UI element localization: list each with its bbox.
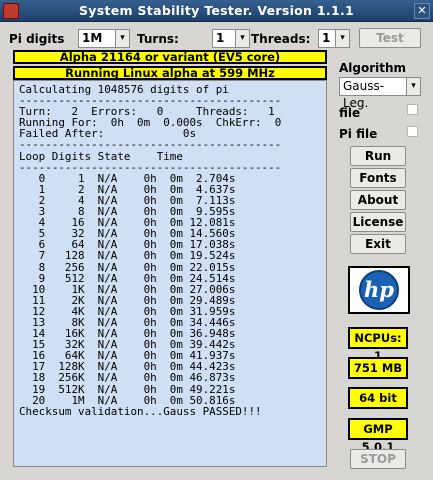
test-button[interactable]: Test [359, 28, 421, 48]
turns-label: Turns: [137, 32, 179, 46]
license-button[interactable]: License [350, 212, 406, 232]
ncpus-badge: NCPUs: 1 [348, 327, 408, 363]
fonts-button[interactable]: Fonts [350, 168, 406, 188]
pi-digits-label: Pi digits [9, 32, 65, 46]
window-title: System Stability Tester. Version 1.1.1 [78, 3, 355, 18]
memory-badge: 751 MB [348, 357, 408, 379]
app-icon[interactable] [3, 3, 19, 19]
threads-select[interactable]: 1 ▾ [318, 29, 350, 48]
cpu-banner: Alpha 21164 or variant (EV5 core) [13, 50, 327, 64]
chevron-down-icon[interactable]: ▾ [235, 30, 249, 47]
table-row: 18 256K N/A 0h 0m 46.873s [19, 371, 236, 385]
pi-file-checkbox[interactable] [407, 126, 418, 137]
chevron-down-icon[interactable]: ▾ [406, 78, 420, 95]
turns-select[interactable]: 1 ▾ [212, 29, 250, 48]
pi-file-label: Pi file [339, 127, 378, 141]
chevron-down-icon[interactable]: ▾ [335, 30, 349, 47]
close-icon[interactable]: ✕ [414, 3, 430, 19]
console-separator: ---------------------------------------- [19, 138, 282, 152]
file-checkbox[interactable] [407, 104, 418, 115]
algorithm-select[interactable]: Gauss-Leg. ▾ [339, 77, 421, 110]
algorithm-value: Gauss-Leg. [343, 79, 385, 110]
table-row: 7 128 N/A 0h 0m 19.524s [19, 249, 236, 263]
algorithm-label: Algorithm [339, 61, 407, 75]
pi-digits-select[interactable]: 1M ▾ [78, 29, 130, 48]
output-console[interactable]: Calculating 1048576 digits of pi -------… [13, 80, 327, 467]
table-row: 19 512K N/A 0h 0m 49.221s [19, 382, 236, 396]
table-header: Loop Digits State Time [19, 149, 183, 163]
bits-badge: 64 bit [348, 387, 408, 409]
about-button[interactable]: About [350, 190, 406, 210]
table-row: 8 256 N/A 0h 0m 22.015s [19, 260, 236, 274]
threads-value: 1 [322, 31, 331, 45]
file-label: file [339, 106, 361, 120]
run-button[interactable]: Run [350, 146, 406, 166]
os-banner: Running Linux alpha at 599 MHz [13, 66, 327, 80]
title-bar: System Stability Tester. Version 1.1.1 ✕ [0, 0, 433, 22]
threads-label: Threads: [251, 32, 311, 46]
pi-digits-value: 1M [82, 31, 103, 45]
hp-logo: hp [348, 266, 410, 314]
exit-button[interactable]: Exit [350, 234, 406, 254]
turns-value: 1 [216, 31, 225, 45]
gmp-badge: GMP 5.0.1 [348, 418, 408, 454]
stop-button[interactable]: STOP [350, 449, 406, 469]
chevron-down-icon[interactable]: ▾ [115, 30, 129, 47]
hp-logo-mark: hp [359, 270, 399, 310]
console-footer: Checksum validation...Gauss PASSED!!! [19, 404, 262, 418]
